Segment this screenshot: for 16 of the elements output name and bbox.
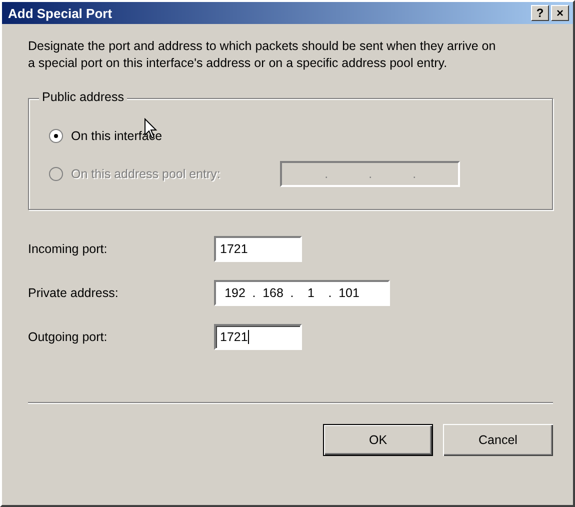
radio-label: On this interface	[71, 129, 162, 143]
ip-address-field[interactable]: 192 . 168 . 1 . 101	[214, 280, 390, 306]
radio-button[interactable]	[49, 129, 63, 143]
field-label: Outgoing port:	[28, 330, 108, 344]
group-label: Public address	[39, 90, 127, 104]
ok-button[interactable]: OK	[323, 424, 433, 456]
close-button[interactable]: ×	[551, 5, 569, 21]
radio-label: On this address pool entry:	[71, 167, 220, 181]
port-field[interactable]: 1721	[214, 236, 302, 262]
port-field[interactable]: 1721	[214, 324, 302, 350]
field-label: Incoming port:	[28, 242, 108, 256]
help-button[interactable]: ?	[531, 5, 549, 21]
field-label: Private address:	[28, 286, 120, 300]
window-title: Add Special Port	[8, 6, 112, 20]
cancel-button[interactable]: Cancel	[443, 424, 553, 456]
description-text: Designate the port and address to which packets should be sent when they arrive on a special port on this interface's address or on a specific address pool entry.	[28, 38, 497, 72]
